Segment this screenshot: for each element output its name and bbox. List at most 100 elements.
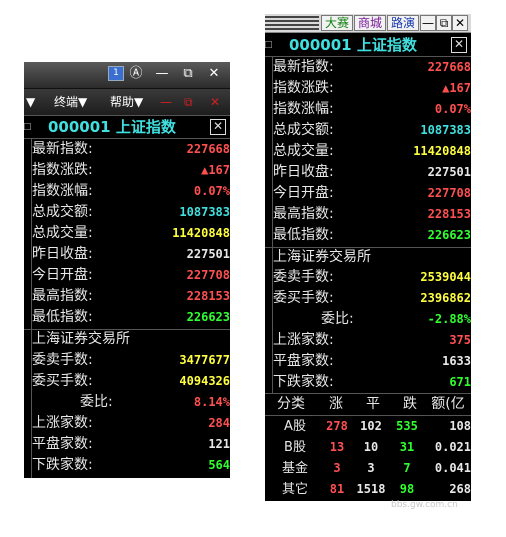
- close-icon[interactable]: ✕: [452, 15, 468, 31]
- stat-value: 671: [449, 375, 471, 389]
- index-title: 000001 上证指数: [48, 118, 176, 136]
- restore-icon[interactable]: ⧉: [180, 66, 196, 82]
- right-quote-window: 大赛 商城 路演 — ⧉ ✕ □ 000001 上证指数 ✕ 最新指数: 227…: [265, 14, 471, 501]
- stat-row: 今日开盘: 227708: [24, 265, 230, 286]
- stat-label: 总成交量:: [273, 143, 334, 159]
- stat-value: 11420848: [172, 226, 230, 240]
- stat-row: 昨日收盘: 227501: [24, 244, 230, 265]
- stat-row: 委卖手数: 2539044: [265, 267, 471, 288]
- category-name: A股: [284, 419, 306, 434]
- table-row: B股 13 10 31 0.021: [265, 437, 471, 458]
- stat-row: 指数涨幅: 0.07%: [265, 99, 471, 120]
- stat-value: 228153: [186, 289, 230, 303]
- column-header: 涨: [329, 396, 343, 412]
- stat-label: 委比:: [321, 311, 354, 327]
- stat-label: 指数涨跌:: [32, 162, 93, 178]
- stat-row: 最高指数: 228153: [24, 286, 230, 307]
- category-name: 基金: [281, 461, 308, 476]
- minimize-icon[interactable]: —: [420, 15, 436, 31]
- stat-row: 指数涨跌: ▲167: [24, 160, 230, 181]
- index-title: 000001 上证指数: [289, 36, 417, 54]
- roadshow-button[interactable]: 路演: [387, 15, 419, 31]
- stat-row: 下跌家数: 671: [265, 372, 471, 393]
- stat-value: 227501: [427, 165, 471, 179]
- stat-value: 1087383: [420, 123, 471, 137]
- stat-row: 委买手数: 2396862: [265, 288, 471, 309]
- stat-value: 2396862: [420, 291, 471, 305]
- down-count: 7: [403, 461, 411, 475]
- stat-row: 总成交量: 11420848: [24, 223, 230, 244]
- left-menu-bar: ▼ 终端▼ 帮助▼ — ⧉ ✕: [24, 89, 230, 116]
- section-title: 上海证券交易所: [273, 249, 371, 265]
- stat-value: ▲167: [201, 163, 230, 177]
- stat-label: 委卖手数:: [32, 352, 93, 368]
- stat-row: 指数涨跌: ▲167: [265, 78, 471, 99]
- table-row: 其它 81 1518 98 268: [265, 479, 471, 500]
- stat-row: 昨日收盘: 227501: [265, 162, 471, 183]
- stat-value: 11420848: [413, 144, 471, 158]
- stat-value: 121: [208, 437, 230, 451]
- stat-label: 平盘家数:: [273, 353, 334, 369]
- watermark: bbs.gw.com.cn: [391, 500, 458, 510]
- amount-value: 0.041: [434, 461, 471, 475]
- stat-row: 总成交额: 1087383: [24, 202, 230, 223]
- stat-label: 上涨家数:: [32, 415, 93, 431]
- stat-row: 最低指数: 226623: [24, 307, 230, 328]
- stat-value: -2.88%: [427, 312, 471, 326]
- stat-label: 下跌家数:: [32, 457, 93, 473]
- stat-label: 委买手数:: [32, 373, 93, 389]
- stat-row: 总成交额: 1087383: [265, 120, 471, 141]
- stat-label: 最低指数:: [32, 309, 93, 325]
- up-count: 3: [333, 461, 341, 475]
- close-icon[interactable]: ✕: [210, 119, 226, 135]
- stat-label: 平盘家数:: [32, 436, 93, 452]
- stat-row: 委卖手数: 3477677: [24, 350, 230, 371]
- menu-help[interactable]: 帮助▼: [110, 94, 143, 110]
- stat-value: 375: [449, 333, 471, 347]
- stat-value: 227668: [186, 142, 230, 156]
- close-icon[interactable]: ✕: [451, 37, 467, 53]
- section-title: 上海证券交易所: [32, 331, 130, 347]
- stat-label: 指数涨跌:: [273, 80, 334, 96]
- stat-value: 227708: [186, 268, 230, 282]
- table-row: A股 278 102 535 108: [265, 416, 471, 437]
- stat-value: 226623: [427, 228, 471, 242]
- stat-row: 最高指数: 228153: [265, 204, 471, 225]
- stat-label: 昨日收盘:: [32, 246, 93, 262]
- left-title-bar: 1 Ⓐ — ⧉ ✕: [24, 62, 230, 89]
- minimize-icon[interactable]: —: [154, 66, 170, 82]
- stat-label: 最新指数:: [273, 59, 334, 75]
- monitor-icon[interactable]: 1: [108, 66, 124, 81]
- flat-count: 102: [360, 419, 382, 433]
- stat-value: 3477677: [179, 353, 230, 367]
- stat-label: 总成交额:: [32, 204, 93, 220]
- coin-icon[interactable]: Ⓐ: [128, 66, 144, 82]
- restore-icon[interactable]: ⧉: [436, 15, 452, 31]
- drag-handle[interactable]: [265, 16, 319, 30]
- mall-button[interactable]: 商城: [354, 15, 386, 31]
- stat-label: 今日开盘:: [32, 267, 93, 283]
- stat-row: 今日开盘: 227708: [265, 183, 471, 204]
- stat-value: 284: [208, 416, 230, 430]
- stat-row: 最新指数: 227668: [24, 139, 230, 160]
- contest-button[interactable]: 大赛: [321, 15, 353, 31]
- stat-value: 8.14%: [193, 395, 230, 409]
- close-icon[interactable]: ✕: [210, 94, 220, 110]
- stat-label: 今日开盘:: [273, 185, 334, 201]
- minimize-icon[interactable]: —: [160, 94, 172, 110]
- stat-label: 指数涨幅:: [273, 101, 334, 117]
- index-header: □ 000001 上证指数 ✕: [24, 116, 230, 139]
- flat-count: 3: [367, 461, 375, 475]
- stat-value: 4094326: [179, 374, 230, 388]
- restore-icon[interactable]: ⧉: [184, 94, 193, 110]
- stat-value: ▲167: [442, 81, 471, 95]
- stat-row: 最低指数: 226623: [265, 225, 471, 246]
- stat-value: 2539044: [420, 270, 471, 284]
- menu-terminal[interactable]: 终端▼: [54, 94, 87, 110]
- stat-row: 委比: 8.14%: [24, 392, 230, 413]
- stat-row: 总成交量: 11420848: [265, 141, 471, 162]
- stat-value: 226623: [186, 310, 230, 324]
- close-icon[interactable]: ✕: [206, 66, 222, 82]
- menu-dropdown-partial[interactable]: ▼: [26, 94, 35, 110]
- stat-value: 1633: [442, 354, 471, 368]
